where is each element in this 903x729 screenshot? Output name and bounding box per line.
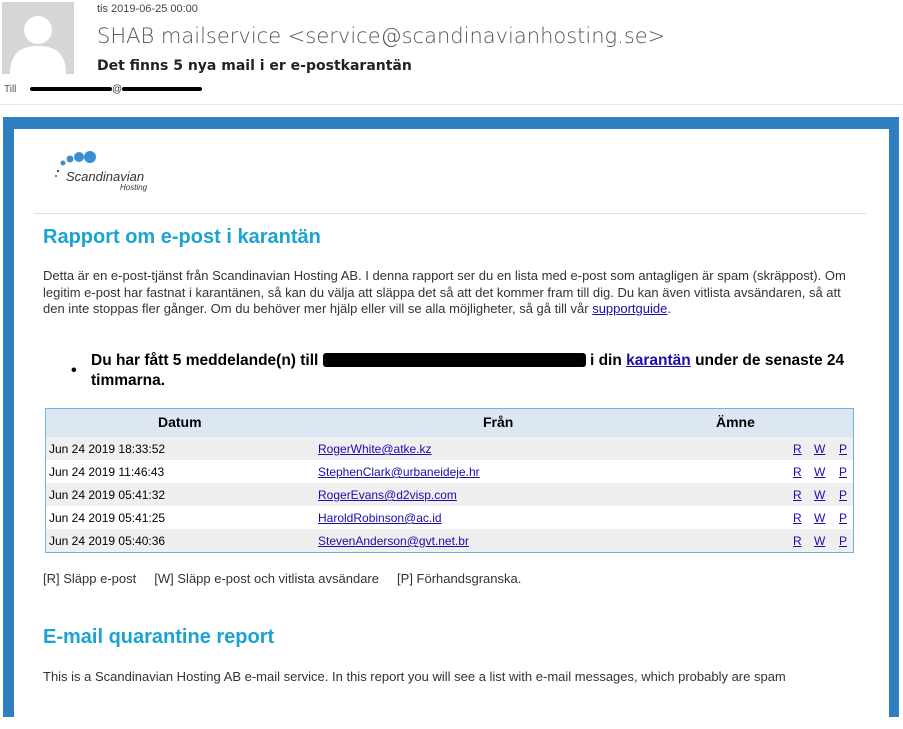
row-sender-link[interactable]: StevenAnderson@gvt.net.br [318,534,469,548]
report-title-en: E-mail quarantine report [43,626,275,648]
redacted-domain [122,87,203,92]
release-button[interactable]: R [793,442,802,456]
preview-button[interactable]: P [839,511,847,525]
row-date: Jun 24 2019 05:40:36 [49,534,166,548]
email-header: tis 2019-06-25 00:00 SHAB mailservice <s… [0,0,903,105]
redacted-name [30,87,112,92]
redacted-recipient [322,353,586,367]
preview-button[interactable]: P [839,442,847,456]
preview-button[interactable]: P [839,534,847,548]
release-button[interactable]: R [793,511,802,525]
report-intro-sv-text: Detta är en e-post-tjänst från Scandinav… [43,268,846,316]
column-header-from: Från [483,414,514,430]
email-subject: Det finns 5 nya mail i er e-postkarantän [97,58,412,74]
to-label: Till [4,84,17,95]
column-header-date: Datum [158,414,202,430]
release-button[interactable]: R [793,465,802,479]
row-date: Jun 24 2019 05:41:32 [49,488,166,502]
email-date: tis 2019-06-25 00:00 [97,3,198,15]
preview-button[interactable]: P [839,488,847,502]
whitelist-button[interactable]: W [814,488,825,502]
release-button[interactable]: R [793,488,802,502]
report-intro-en: This is a Scandinavian Hosting AB e-mail… [43,669,786,684]
row-sender-link[interactable]: HaroldRobinson@ac.id [318,511,442,525]
column-header-subject: Ämne [716,414,755,430]
quarantine-table: Datum Från Ämne Jun 24 2019 18:33:52 Rog… [45,408,854,553]
logo-line2: Hosting [120,183,148,192]
report-title-sv: Rapport om e-post i karantän [43,226,321,248]
row-sender-link[interactable]: StephenClark@urbaneideje.hr [318,465,480,479]
whitelist-button[interactable]: W [814,442,825,456]
scandinavian-hosting-logo: Scandinavian Hosting [54,149,174,194]
report-intro-sv: Detta är en e-post-tjänst från Scandinav… [43,268,853,318]
notice-pre: Du har fått 5 meddelande(n) till [91,352,323,369]
email-content-card: Scandinavian Hosting Rapport om e-post i… [14,129,889,729]
recipient-email-link[interactable] [322,352,586,369]
table-row: Jun 24 2019 05:41:32 RogerEvans@d2visp.c… [46,483,853,506]
row-sender-link[interactable]: RogerWhite@atke.kz [318,442,432,456]
email-body-frame: Scandinavian Hosting Rapport om e-post i… [3,117,899,729]
notice-mid: i din [585,352,627,369]
row-date: Jun 24 2019 11:46:43 [49,465,165,479]
sender-avatar-icon [2,2,74,74]
row-date: Jun 24 2019 18:33:52 [49,442,166,456]
table-row: Jun 24 2019 05:40:36 StevenAnderson@gvt.… [46,529,853,552]
table-row: Jun 24 2019 11:46:43 StephenClark@urbane… [46,460,853,483]
logo-line1: Scandinavian [66,169,144,184]
to-address[interactable]: @ [30,84,203,95]
quarantine-notice: Du har fått 5 meddelande(n) till i din k… [91,351,881,391]
action-legend: [R] Släpp e-post [W] Släpp e-post och vi… [43,571,522,586]
table-row: Jun 24 2019 18:33:52 RogerWhite@atke.kz … [46,437,853,460]
table-row: Jun 24 2019 05:41:25 HaroldRobinson@ac.i… [46,506,853,529]
bullet-dot: • [71,362,77,379]
intro-end: . [667,301,671,316]
quarantine-link[interactable]: karantän [626,352,691,369]
to-address-at: @ [112,84,123,95]
row-date: Jun 24 2019 05:41:25 [49,511,166,525]
support-guide-link[interactable]: supportguide [592,301,667,316]
row-sender-link[interactable]: RogerEvans@d2visp.com [318,488,457,502]
whitelist-button[interactable]: W [814,465,825,479]
content-divider [34,213,866,214]
whitelist-button[interactable]: W [814,511,825,525]
header-divider [0,104,903,105]
release-button[interactable]: R [793,534,802,548]
preview-button[interactable]: P [839,465,847,479]
whitelist-button[interactable]: W [814,534,825,548]
email-sender[interactable]: SHAB mailservice <service@scandinavianho… [97,24,665,48]
